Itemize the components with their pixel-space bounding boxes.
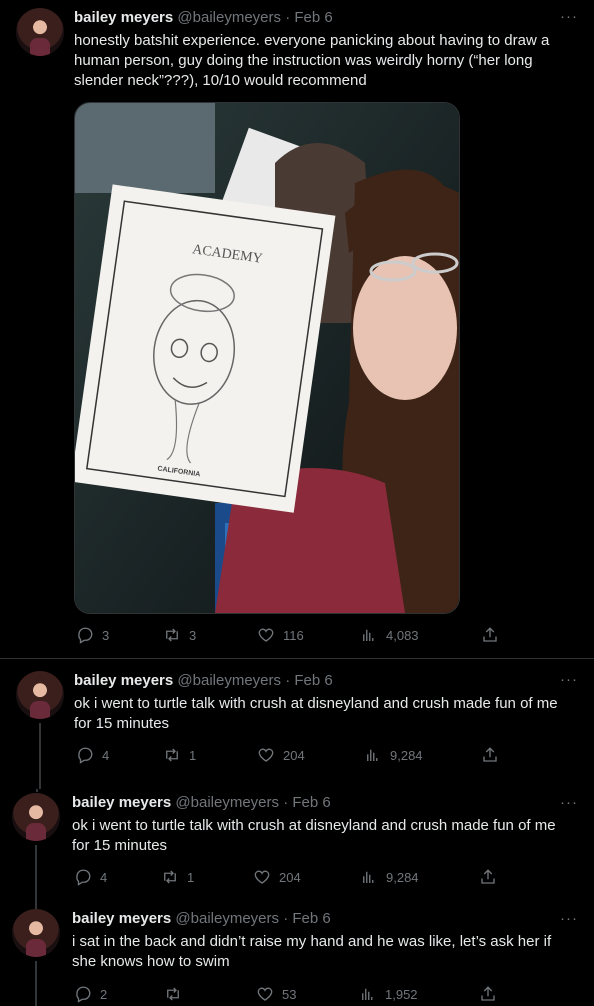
avatar[interactable] <box>12 793 60 841</box>
reply-icon <box>74 868 92 886</box>
author-handle[interactable]: @baileymeyers <box>177 9 281 26</box>
views-count: 4,083 <box>386 627 419 643</box>
reply-icon <box>76 746 94 764</box>
reply-icon <box>76 626 94 644</box>
tweet-actions: 3 3 116 4,083 <box>74 626 504 646</box>
views-button[interactable]: 1,952 <box>359 985 418 1003</box>
retweet-icon <box>164 985 182 1003</box>
retweet-button[interactable]: 1 <box>161 868 194 886</box>
heart-icon <box>257 746 275 764</box>
tweet-2[interactable]: bailey meyers @baileymeyers · Feb 6 ··· … <box>0 659 594 789</box>
tweet-photo[interactable]: ACADEMY CALIFORNIA <box>74 102 460 614</box>
share-icon <box>481 746 499 764</box>
thread-line <box>35 845 37 909</box>
like-button[interactable]: 204 <box>253 868 301 886</box>
share-button[interactable] <box>479 868 497 886</box>
thread-line <box>39 723 41 789</box>
retweet-icon <box>163 746 181 764</box>
retweet-icon <box>163 626 181 644</box>
more-options-icon[interactable]: ··· <box>560 8 578 25</box>
thread-line <box>35 961 37 1006</box>
reply-count: 4 <box>102 747 110 763</box>
tweet-text: i sat in the back and didn’t raise my ha… <box>72 933 552 970</box>
tweet-header: bailey meyers @baileymeyers · Feb 6 <box>74 9 333 26</box>
tweet-date[interactable]: Feb 6 <box>294 9 332 26</box>
reply-button[interactable]: 4 <box>74 868 107 886</box>
views-button[interactable]: 4,083 <box>360 626 419 644</box>
retweet-button[interactable]: 1 <box>163 746 196 764</box>
more-options-icon[interactable]: ··· <box>560 794 578 811</box>
retweet-count: 1 <box>189 747 197 763</box>
author-handle[interactable]: @baileymeyers <box>175 910 279 927</box>
tweet-text: honestly batshit experience. everyone pa… <box>74 32 550 89</box>
reply-icon <box>74 985 92 1003</box>
author-name[interactable]: bailey meyers <box>72 794 171 811</box>
tweet-3[interactable]: bailey meyers @baileymeyers · Feb 6 ··· … <box>0 789 594 909</box>
tweet-header: bailey meyers @baileymeyers · Feb 6 <box>72 794 331 811</box>
reply-button[interactable]: 2 <box>74 985 107 1003</box>
heart-icon <box>256 985 274 1003</box>
retweet-button[interactable] <box>164 985 190 1003</box>
photo-image: ACADEMY CALIFORNIA <box>75 103 459 613</box>
like-count: 204 <box>283 747 305 763</box>
reply-count: 3 <box>102 627 110 643</box>
like-button[interactable]: 53 <box>256 985 296 1003</box>
author-name[interactable]: bailey meyers <box>74 9 173 26</box>
share-button[interactable] <box>481 626 499 644</box>
tweet-4[interactable]: bailey meyers @baileymeyers · Feb 6 ··· … <box>0 909 594 1006</box>
thread-line <box>36 789 38 792</box>
tweet-text: ok i went to turtle talk with crush at d… <box>72 817 556 854</box>
views-icon <box>364 746 382 764</box>
retweet-icon <box>161 868 179 886</box>
like-button[interactable]: 204 <box>257 746 305 764</box>
author-name[interactable]: bailey meyers <box>72 910 171 927</box>
retweet-button[interactable]: 3 <box>163 626 196 644</box>
share-button[interactable] <box>479 985 497 1003</box>
tweet-header: bailey meyers @baileymeyers · Feb 6 <box>72 910 331 927</box>
tweet-actions: 2 53 1,952 <box>72 985 502 1005</box>
more-options-icon[interactable]: ··· <box>560 671 578 688</box>
tweet-actions: 4 1 204 9,284 <box>72 868 502 888</box>
views-icon <box>360 626 378 644</box>
tweet-header: bailey meyers @baileymeyers · Feb 6 <box>74 672 333 689</box>
views-button[interactable]: 9,284 <box>364 746 423 764</box>
retweet-count: 3 <box>189 627 197 643</box>
tweet-date[interactable]: Feb 6 <box>294 672 332 689</box>
tweet-date[interactable]: Feb 6 <box>292 910 330 927</box>
tweet-date[interactable]: Feb 6 <box>292 794 330 811</box>
reply-count: 2 <box>100 986 108 1002</box>
reply-button[interactable]: 3 <box>76 626 109 644</box>
tweet-text: ok i went to turtle talk with crush at d… <box>74 695 558 732</box>
retweet-count: 1 <box>187 869 195 885</box>
like-count: 204 <box>279 869 301 885</box>
share-icon <box>481 626 499 644</box>
like-button[interactable]: 116 <box>257 626 304 644</box>
like-count: 53 <box>282 986 297 1002</box>
views-button[interactable]: 9,284 <box>360 868 419 886</box>
views-icon <box>360 868 378 886</box>
avatar[interactable] <box>16 671 64 719</box>
views-count: 9,284 <box>390 747 423 763</box>
tweet-actions: 4 1 204 9,284 <box>74 746 504 766</box>
author-handle[interactable]: @baileymeyers <box>177 672 281 689</box>
author-name[interactable]: bailey meyers <box>74 672 173 689</box>
like-count: 116 <box>283 627 304 643</box>
avatar[interactable] <box>16 8 64 56</box>
heart-icon <box>253 868 271 886</box>
reply-count: 4 <box>100 869 108 885</box>
share-button[interactable] <box>481 746 499 764</box>
views-count: 9,284 <box>386 869 419 885</box>
tweet-1[interactable]: bailey meyers @baileymeyers · Feb 6 ··· … <box>0 0 594 658</box>
heart-icon <box>257 626 275 644</box>
reply-button[interactable]: 4 <box>76 746 109 764</box>
avatar[interactable] <box>12 909 60 957</box>
more-options-icon[interactable]: ··· <box>560 910 578 927</box>
views-icon <box>359 985 377 1003</box>
share-icon <box>479 985 497 1003</box>
views-count: 1,952 <box>385 986 418 1002</box>
share-icon <box>479 868 497 886</box>
author-handle[interactable]: @baileymeyers <box>175 794 279 811</box>
